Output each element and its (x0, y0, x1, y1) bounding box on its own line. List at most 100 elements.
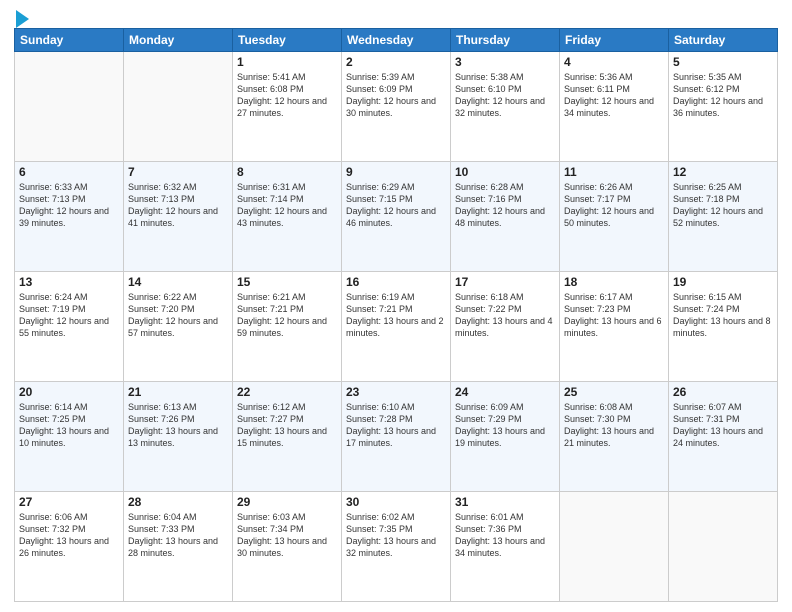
calendar-cell: 15Sunrise: 6:21 AM Sunset: 7:21 PM Dayli… (233, 272, 342, 382)
day-number: 25 (564, 385, 664, 399)
day-info: Sunrise: 6:01 AM Sunset: 7:36 PM Dayligh… (455, 511, 555, 560)
day-info: Sunrise: 5:35 AM Sunset: 6:12 PM Dayligh… (673, 71, 773, 120)
calendar-cell: 6Sunrise: 6:33 AM Sunset: 7:13 PM Daylig… (15, 162, 124, 272)
day-number: 5 (673, 55, 773, 69)
calendar-day-header: Thursday (451, 29, 560, 52)
day-number: 4 (564, 55, 664, 69)
calendar-cell: 9 Sunrise: 6:29 AM Sunset: 7:15 PM Daylig… (342, 162, 451, 272)
header (14, 10, 778, 24)
day-number: 9 (346, 165, 446, 179)
logo-arrow-icon (16, 10, 29, 28)
day-number: 18 (564, 275, 664, 289)
day-number: 29 (237, 495, 337, 509)
calendar-header-row: SundayMondayTuesdayWednesdayThursdayFrid… (15, 29, 778, 52)
day-info: Sunrise: 5:39 AM Sunset: 6:09 PM Dayligh… (346, 71, 446, 120)
day-info: Sunrise: 6:29 AM Sunset: 7:15 PM Dayligh… (346, 181, 446, 230)
calendar-table: SundayMondayTuesdayWednesdayThursdayFrid… (14, 28, 778, 602)
calendar-day-header: Tuesday (233, 29, 342, 52)
day-info: Sunrise: 6:03 AM Sunset: 7:34 PM Dayligh… (237, 511, 337, 560)
day-info: Sunrise: 6:33 AM Sunset: 7:13 PM Dayligh… (19, 181, 119, 230)
calendar-week-row: 6Sunrise: 6:33 AM Sunset: 7:13 PM Daylig… (15, 162, 778, 272)
calendar-cell (124, 52, 233, 162)
calendar-cell: 29 Sunrise: 6:03 AM Sunset: 7:34 PM Dayli… (233, 492, 342, 602)
day-info: Sunrise: 6:25 AM Sunset: 7:18 PM Dayligh… (673, 181, 773, 230)
calendar-cell: 27 Sunrise: 6:06 AM Sunset: 7:32 PM Dayli… (15, 492, 124, 602)
calendar-cell: 4 Sunrise: 5:36 AM Sunset: 6:11 PM Daylig… (560, 52, 669, 162)
calendar-cell: 12 Sunrise: 6:25 AM Sunset: 7:18 PM Dayli… (669, 162, 778, 272)
day-info: Sunrise: 5:36 AM Sunset: 6:11 PM Dayligh… (564, 71, 664, 120)
day-number: 17 (455, 275, 555, 289)
day-number: 22 (237, 385, 337, 399)
day-info: Sunrise: 6:04 AM Sunset: 7:33 PM Dayligh… (128, 511, 228, 560)
calendar-cell: 7 Sunrise: 6:32 AM Sunset: 7:13 PM Daylig… (124, 162, 233, 272)
calendar-cell: 21Sunrise: 6:13 AM Sunset: 7:26 PM Dayli… (124, 382, 233, 492)
day-number: 26 (673, 385, 773, 399)
calendar-cell: 20 Sunrise: 6:14 AM Sunset: 7:25 PM Dayli… (15, 382, 124, 492)
calendar-day-header: Sunday (15, 29, 124, 52)
day-number: 30 (346, 495, 446, 509)
calendar-cell: 2 Sunrise: 5:39 AM Sunset: 6:09 PM Daylig… (342, 52, 451, 162)
calendar-cell: 19 Sunrise: 6:15 AM Sunset: 7:24 PM Dayli… (669, 272, 778, 382)
day-number: 27 (19, 495, 119, 509)
day-number: 8 (237, 165, 337, 179)
day-number: 12 (673, 165, 773, 179)
calendar-cell: 10Sunrise: 6:28 AM Sunset: 7:16 PM Dayli… (451, 162, 560, 272)
day-info: Sunrise: 6:32 AM Sunset: 7:13 PM Dayligh… (128, 181, 228, 230)
day-info: Sunrise: 6:21 AM Sunset: 7:21 PM Dayligh… (237, 291, 337, 340)
calendar-cell (669, 492, 778, 602)
day-info: Sunrise: 6:31 AM Sunset: 7:14 PM Dayligh… (237, 181, 337, 230)
day-info: Sunrise: 6:07 AM Sunset: 7:31 PM Dayligh… (673, 401, 773, 450)
day-info: Sunrise: 6:17 AM Sunset: 7:23 PM Dayligh… (564, 291, 664, 340)
calendar-day-header: Wednesday (342, 29, 451, 52)
calendar-day-header: Saturday (669, 29, 778, 52)
logo (14, 14, 29, 24)
calendar-week-row: 13 Sunrise: 6:24 AM Sunset: 7:19 PM Dayli… (15, 272, 778, 382)
calendar-cell: 14 Sunrise: 6:22 AM Sunset: 7:20 PM Dayli… (124, 272, 233, 382)
day-info: Sunrise: 6:12 AM Sunset: 7:27 PM Dayligh… (237, 401, 337, 450)
day-number: 16 (346, 275, 446, 289)
calendar-cell: 5 Sunrise: 5:35 AM Sunset: 6:12 PM Daylig… (669, 52, 778, 162)
day-number: 23 (346, 385, 446, 399)
calendar-cell: 22 Sunrise: 6:12 AM Sunset: 7:27 PM Dayli… (233, 382, 342, 492)
day-number: 21 (128, 385, 228, 399)
day-info: Sunrise: 6:08 AM Sunset: 7:30 PM Dayligh… (564, 401, 664, 450)
day-number: 2 (346, 55, 446, 69)
day-number: 11 (564, 165, 664, 179)
calendar-cell: 28 Sunrise: 6:04 AM Sunset: 7:33 PM Dayli… (124, 492, 233, 602)
day-info: Sunrise: 6:06 AM Sunset: 7:32 PM Dayligh… (19, 511, 119, 560)
day-number: 24 (455, 385, 555, 399)
day-info: Sunrise: 6:22 AM Sunset: 7:20 PM Dayligh… (128, 291, 228, 340)
calendar-week-row: 27 Sunrise: 6:06 AM Sunset: 7:32 PM Dayli… (15, 492, 778, 602)
calendar-week-row: 20 Sunrise: 6:14 AM Sunset: 7:25 PM Dayli… (15, 382, 778, 492)
day-number: 20 (19, 385, 119, 399)
calendar-cell: 23Sunrise: 6:10 AM Sunset: 7:28 PM Dayli… (342, 382, 451, 492)
day-number: 1 (237, 55, 337, 69)
calendar-cell: 13 Sunrise: 6:24 AM Sunset: 7:19 PM Dayli… (15, 272, 124, 382)
calendar-cell: 26 Sunrise: 6:07 AM Sunset: 7:31 PM Dayli… (669, 382, 778, 492)
calendar-cell: 1Sunrise: 5:41 AM Sunset: 6:08 PM Daylig… (233, 52, 342, 162)
day-info: Sunrise: 6:19 AM Sunset: 7:21 PM Dayligh… (346, 291, 446, 340)
day-info: Sunrise: 6:26 AM Sunset: 7:17 PM Dayligh… (564, 181, 664, 230)
calendar-cell: 3Sunrise: 5:38 AM Sunset: 6:10 PM Daylig… (451, 52, 560, 162)
page: SundayMondayTuesdayWednesdayThursdayFrid… (0, 0, 792, 612)
day-number: 14 (128, 275, 228, 289)
day-number: 28 (128, 495, 228, 509)
day-number: 7 (128, 165, 228, 179)
calendar-cell: 30Sunrise: 6:02 AM Sunset: 7:35 PM Dayli… (342, 492, 451, 602)
calendar-day-header: Friday (560, 29, 669, 52)
calendar-cell: 16 Sunrise: 6:19 AM Sunset: 7:21 PM Dayli… (342, 272, 451, 382)
day-info: Sunrise: 6:14 AM Sunset: 7:25 PM Dayligh… (19, 401, 119, 450)
calendar-cell: 24Sunrise: 6:09 AM Sunset: 7:29 PM Dayli… (451, 382, 560, 492)
calendar-cell: 25 Sunrise: 6:08 AM Sunset: 7:30 PM Dayli… (560, 382, 669, 492)
day-info: Sunrise: 6:15 AM Sunset: 7:24 PM Dayligh… (673, 291, 773, 340)
day-info: Sunrise: 6:24 AM Sunset: 7:19 PM Dayligh… (19, 291, 119, 340)
calendar-day-header: Monday (124, 29, 233, 52)
calendar-cell: 8 Sunrise: 6:31 AM Sunset: 7:14 PM Daylig… (233, 162, 342, 272)
calendar-cell: 11 Sunrise: 6:26 AM Sunset: 7:17 PM Dayli… (560, 162, 669, 272)
day-info: Sunrise: 5:38 AM Sunset: 6:10 PM Dayligh… (455, 71, 555, 120)
day-number: 19 (673, 275, 773, 289)
calendar-cell (560, 492, 669, 602)
calendar-cell: 18 Sunrise: 6:17 AM Sunset: 7:23 PM Dayli… (560, 272, 669, 382)
day-number: 13 (19, 275, 119, 289)
day-number: 10 (455, 165, 555, 179)
